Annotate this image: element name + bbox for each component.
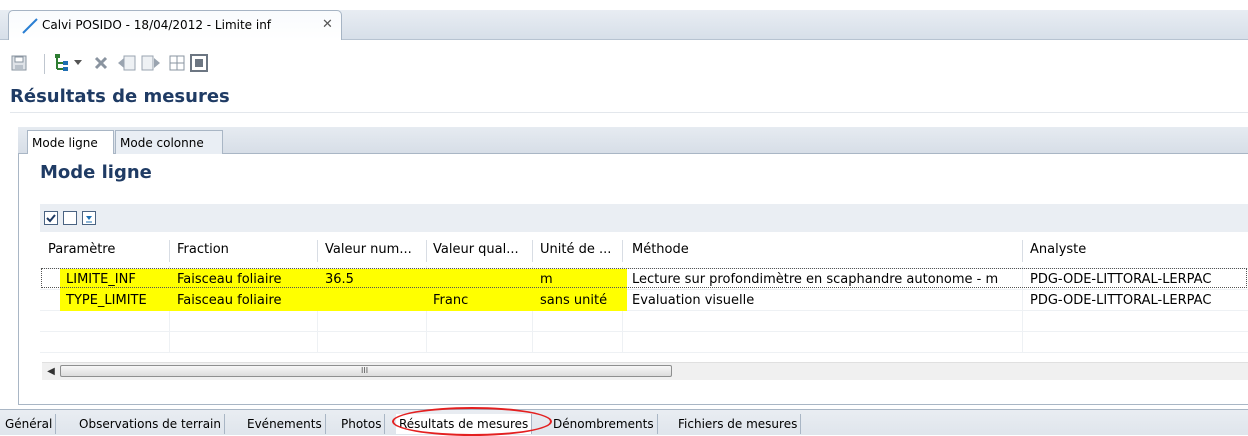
table-row[interactable]: TYPE_LIMITE Faisceau foliaire Franc sans… <box>40 290 1248 311</box>
stop-icon[interactable] <box>188 52 210 74</box>
editor-tab-title: Calvi POSIDO - 18/04/2012 - Limite inf <box>42 18 272 32</box>
close-icon[interactable]: ✕ <box>322 17 333 32</box>
column-separator <box>622 240 623 262</box>
column-header-unite[interactable]: Unité de ... <box>540 242 611 257</box>
annotation-circle <box>392 407 552 436</box>
column-header-parametre[interactable]: Paramètre <box>48 242 115 257</box>
horizontal-scrollbar[interactable]: ◀ III <box>42 362 1248 380</box>
delete-icon[interactable] <box>90 52 112 74</box>
table-toolbar <box>40 204 1248 232</box>
divider <box>10 112 1248 113</box>
column-separator <box>532 240 533 262</box>
toolbar-separator <box>44 54 45 74</box>
tree-icon[interactable] <box>52 52 74 74</box>
tab-photos[interactable]: Photos <box>338 414 386 434</box>
column-header-fraction[interactable]: Fraction <box>177 242 229 257</box>
column-separator <box>169 240 170 262</box>
tab-general[interactable]: Général <box>2 414 57 434</box>
column-separator <box>1022 240 1023 262</box>
cell-parametre: TYPE_LIMITE <box>66 293 147 308</box>
cell-valeur-qual: Franc <box>433 293 469 308</box>
scrollbar-grip: III <box>361 366 369 375</box>
column-header-methode[interactable]: Méthode <box>632 242 689 257</box>
tab-fichiers-de-mesures[interactable]: Fichiers de mesures <box>675 414 802 434</box>
scrollbar-thumb[interactable]: III <box>60 365 672 377</box>
select-all-checkbox[interactable] <box>44 211 58 225</box>
top-strip <box>0 0 1248 10</box>
main-toolbar <box>0 40 1248 80</box>
column-header-analyste[interactable]: Analyste <box>1030 242 1086 257</box>
column-header-valeur-num[interactable]: Valeur num... <box>325 242 412 257</box>
tab-mode-colonne[interactable]: Mode colonne <box>115 130 223 154</box>
tab-denombrements[interactable]: Dénombrements <box>550 414 658 434</box>
scroll-left-icon[interactable]: ◀ <box>44 365 58 378</box>
column-header-valeur-qual[interactable]: Valeur qual... <box>433 242 519 257</box>
save-icon[interactable] <box>8 52 30 74</box>
row-divider <box>40 331 1248 332</box>
tab-observations-de-terrain[interactable]: Observations de terrain <box>76 414 225 434</box>
tab-evenements[interactable]: Evénements <box>244 414 326 434</box>
chevron-down-icon[interactable] <box>72 52 84 74</box>
export-icon[interactable] <box>140 52 162 74</box>
row-focus-outline <box>41 268 1247 288</box>
cell-methode: Evaluation visuelle <box>632 293 755 308</box>
expand-icon[interactable] <box>82 211 96 225</box>
cell-fraction: Faisceau foliaire <box>177 293 282 308</box>
tab-mode-ligne[interactable]: Mode ligne <box>27 130 114 154</box>
section-title: Mode ligne <box>40 162 152 183</box>
row-divider <box>40 352 1248 353</box>
column-separator <box>426 240 427 262</box>
cell-unite: sans unité <box>540 293 608 308</box>
editor-tab[interactable]: Calvi POSIDO - 18/04/2012 - Limite inf ✕ <box>8 10 342 40</box>
import-icon[interactable] <box>116 52 138 74</box>
deselect-all-checkbox[interactable] <box>63 211 77 225</box>
column-separator <box>317 240 318 262</box>
grid-icon[interactable] <box>166 52 188 74</box>
pen-icon <box>22 18 38 34</box>
cell-analyste: PDG-ODE-LITTORAL-LERPAC <box>1030 293 1212 308</box>
view-title: Résultats de mesures <box>10 86 230 107</box>
